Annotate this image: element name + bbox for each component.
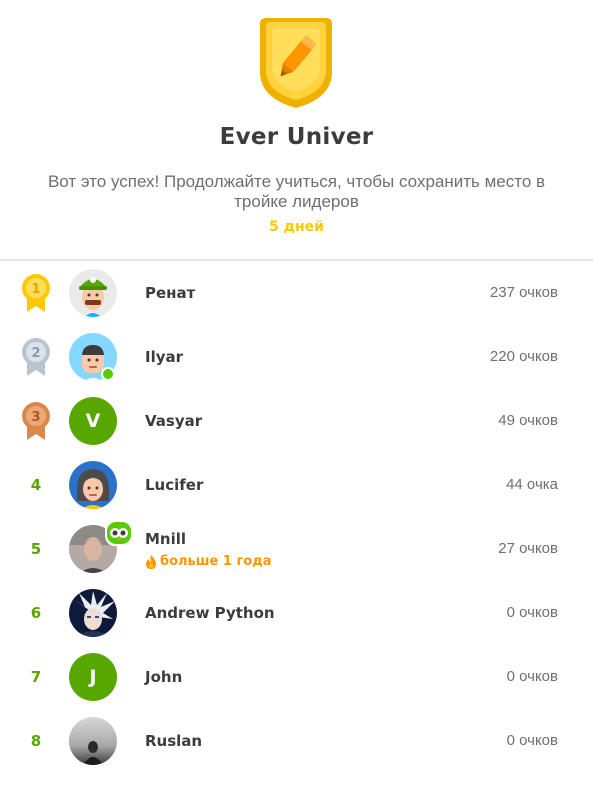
user-name: Ilyar — [145, 348, 184, 366]
user-points: 27 очков — [498, 540, 558, 557]
leaderboard-row[interactable]: 3 V Vasyar 49 очков — [0, 389, 593, 453]
avatar[interactable] — [69, 589, 117, 637]
user-points: 0 очков — [506, 604, 558, 621]
league-subtitle: Вот это успех! Продолжайте учиться, чтоб… — [47, 172, 546, 211]
letter-avatar[interactable]: V — [69, 397, 117, 445]
leaderboard-row[interactable]: 7 J John 0 очков — [0, 645, 593, 709]
gold-medal-icon: 1 — [22, 274, 50, 312]
user-name: Vasyar — [145, 412, 203, 430]
leaderboard-row[interactable]: 1 Ренат 237 очков — [0, 261, 593, 325]
streak-label: больше 1 года — [145, 554, 271, 569]
user-name: Andrew Python — [145, 604, 275, 622]
user-points: 237 очков — [489, 284, 558, 301]
avatar[interactable] — [69, 269, 117, 317]
leaderboard-row[interactable]: 6 Andrew Python 0 очков — [0, 581, 593, 645]
user-points: 0 очков — [506, 668, 558, 685]
leaderboard-row[interactable]: 8 Ruslan 0 очков — [0, 709, 593, 773]
days-left: 5 дней — [269, 219, 324, 235]
league-badge-icon — [260, 18, 332, 108]
avatar[interactable] — [69, 461, 117, 509]
user-points: 49 очков — [498, 412, 558, 429]
user-name: John — [145, 668, 183, 686]
flame-icon — [146, 554, 156, 569]
medal-rank: 1 — [31, 282, 40, 297]
duo-owl-icon — [105, 520, 133, 546]
medal-rank: 3 — [31, 410, 40, 425]
leaderboard-row[interactable]: 5 Mnill больше 1 года 27 очков — [0, 517, 593, 581]
streak-text: больше 1 года — [160, 554, 272, 569]
avatar[interactable] — [69, 717, 117, 765]
silver-medal-icon: 2 — [22, 338, 50, 376]
rank-number: 5 — [30, 540, 42, 558]
letter-avatar[interactable]: J — [69, 653, 117, 701]
online-indicator — [101, 367, 115, 381]
user-name: Ренат — [145, 284, 196, 302]
league-header: Ever Univer Вот это успех! Продолжайте у… — [0, 0, 593, 260]
rank-number: 7 — [30, 668, 42, 686]
leaderboard-row[interactable]: 4 Lucifer 44 очка — [0, 453, 593, 517]
user-points: 44 очка — [506, 476, 558, 493]
medal-rank: 2 — [31, 346, 40, 361]
user-points: 0 очков — [506, 732, 558, 749]
user-name: Ruslan — [145, 732, 203, 750]
leaderboard-row[interactable]: 2 Ilyar 220 очков — [0, 325, 593, 389]
rank-number: 6 — [30, 604, 42, 622]
rank-number: 8 — [30, 732, 42, 750]
user-points: 220 очков — [489, 348, 558, 365]
league-title: Ever Univer — [219, 124, 374, 150]
rank-number: 4 — [30, 476, 42, 494]
bronze-medal-icon: 3 — [22, 402, 50, 440]
